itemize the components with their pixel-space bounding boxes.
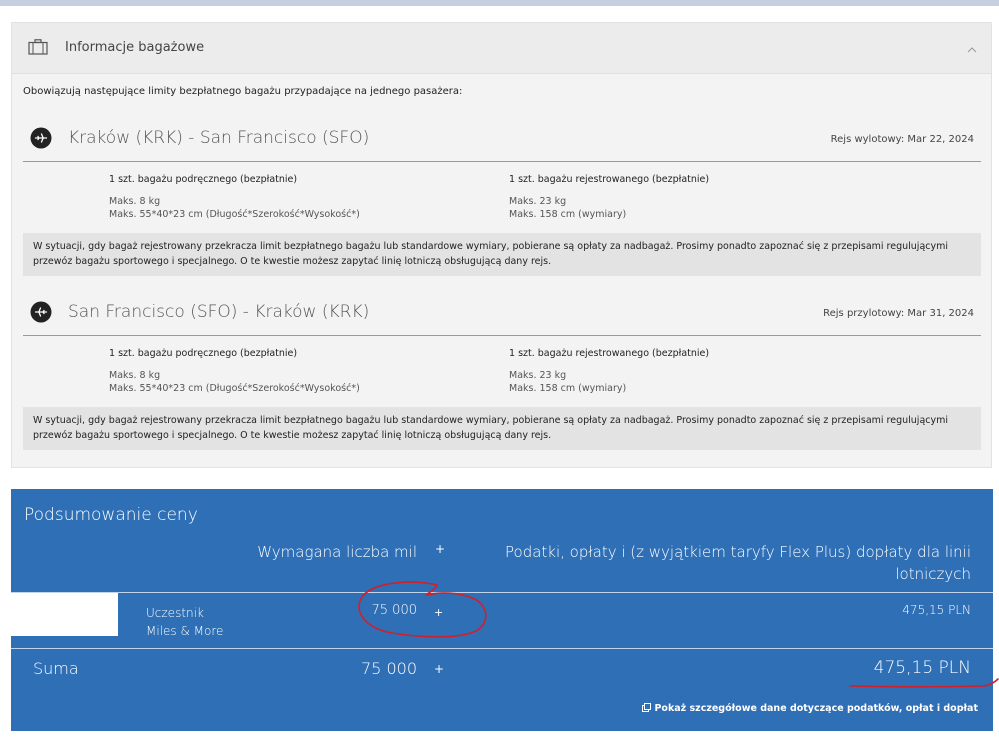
participant-line-2: Miles & More: [146, 624, 224, 638]
carry-on-allowance: 1 szt. bagażu podręcznego (bezpłatnie) M…: [109, 347, 360, 395]
miles-column-header: Wymagana liczba mil: [257, 543, 417, 561]
carry-on-dimensions: Maks. 55*40*23 cm (Długość*Szerokość*Wys…: [109, 383, 360, 394]
price-summary: Podsumowanie ceny Wymagana liczba mil + …: [11, 489, 993, 731]
checked-heading: 1 szt. bagażu rejestrowanego (bezpłatnie…: [509, 348, 710, 359]
route-date: Rejs przylotowy: Mar 31, 2024: [823, 308, 974, 319]
participant-miles: 75 000: [371, 603, 418, 618]
external-window-icon: [642, 703, 652, 712]
price-summary-title: Podsumowanie ceny: [24, 505, 198, 525]
carry-on-heading: 1 szt. bagażu podręcznego (bezpłatnie): [109, 174, 298, 185]
route-divider: [23, 335, 981, 336]
tax-details-text: Pokaż szczegółowe dane dotyczące podatkó…: [654, 703, 978, 714]
checked-allowance: 1 szt. bagażu rejestrowanego (bezpłatnie…: [509, 347, 709, 395]
baggage-panel: Informacje bagażowe Obowiązują następują…: [11, 22, 992, 468]
route-divider: [23, 161, 981, 162]
participant-line-1: Uczestnik: [146, 606, 204, 620]
excess-baggage-note: W sytuacji, gdy bagaż rejestrowany przek…: [23, 233, 981, 276]
route-title: Kraków (KRK) - San Francisco (SFO): [68, 128, 370, 148]
plus-sign: +: [434, 606, 444, 619]
carry-on-allowance: 1 szt. bagażu podręcznego (bezpłatnie) M…: [109, 173, 360, 221]
plane-icon: [30, 301, 52, 323]
divider: [11, 648, 993, 649]
carry-on-dimensions: Maks. 55*40*23 cm (Długość*Szerokość*Wys…: [109, 209, 360, 220]
plus-sign: +: [434, 662, 445, 676]
sum-label: Suma: [33, 659, 79, 678]
chevron-up-icon[interactable]: [967, 45, 977, 55]
participant-label: Uczestnik Miles & More: [146, 604, 223, 640]
sum-tax: 475,15 PLN: [873, 658, 971, 678]
checked-dimensions: Maks. 158 cm (wymiary): [509, 209, 627, 220]
tax-details-link[interactable]: Pokaż szczegółowe dane dotyczące podatkó…: [642, 703, 978, 714]
plane-icon: [30, 127, 52, 149]
baggage-intro: Obowiązują następujące limity bezpłatneg…: [23, 86, 463, 97]
participant-tax: 475,15 PLN: [902, 603, 971, 617]
checked-weight: Maks. 23 kg: [509, 196, 567, 207]
taxes-column-header: Podatki, opłaty i (z wyjątkiem taryfy Fl…: [505, 543, 971, 583]
row-marker: [11, 593, 118, 636]
carry-on-heading: 1 szt. bagażu podręcznego (bezpłatnie): [109, 348, 298, 359]
suitcase-icon: [28, 39, 48, 55]
sum-miles: 75 000: [361, 659, 417, 678]
carry-on-weight: Maks. 8 kg: [109, 370, 161, 381]
carry-on-weight: Maks. 8 kg: [109, 196, 161, 207]
checked-dimensions: Maks. 158 cm (wymiary): [509, 383, 627, 394]
baggage-header[interactable]: Informacje bagażowe: [12, 23, 991, 74]
top-accent-bar: [0, 0, 999, 6]
route-title: San Francisco (SFO) - Kraków (KRK): [68, 302, 370, 322]
baggage-title: Informacje bagażowe: [65, 40, 205, 55]
divider: [11, 592, 993, 593]
route-return: San Francisco (SFO) - Kraków (KRK) Rejs …: [12, 301, 991, 471]
checked-allowance: 1 szt. bagażu rejestrowanego (bezpłatnie…: [509, 173, 709, 221]
checked-weight: Maks. 23 kg: [509, 370, 567, 381]
route-outbound: Kraków (KRK) - San Francisco (SFO) Rejs …: [12, 127, 991, 297]
checked-heading: 1 szt. bagażu rejestrowanego (bezpłatnie…: [509, 174, 710, 185]
excess-baggage-note: W sytuacji, gdy bagaż rejestrowany przek…: [23, 407, 981, 450]
plus-sign: +: [435, 542, 446, 556]
route-date: Rejs wylotowy: Mar 22, 2024: [830, 134, 974, 145]
